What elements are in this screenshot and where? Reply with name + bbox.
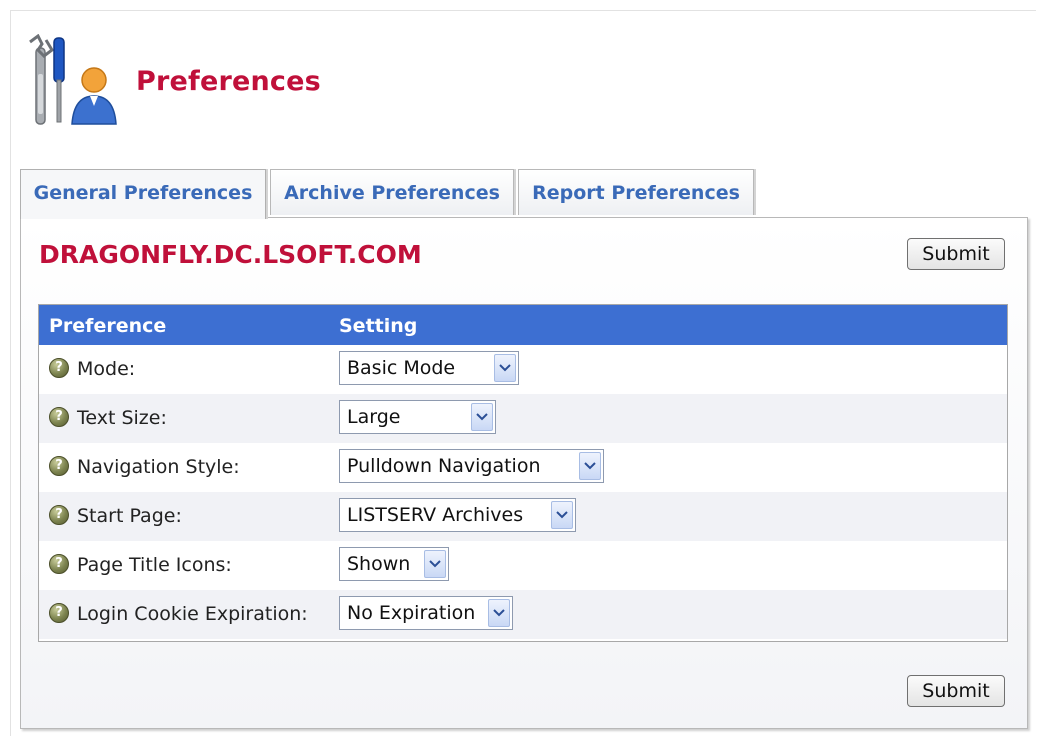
submit-button-bottom[interactable]: Submit bbox=[907, 675, 1005, 707]
select-value: No Expiration bbox=[347, 602, 476, 624]
tools-user-icon bbox=[24, 33, 120, 128]
chevron-down-icon[interactable] bbox=[471, 403, 493, 431]
chevron-down-icon[interactable] bbox=[488, 599, 510, 627]
table-row: ? Login Cookie Expiration: No Expiration bbox=[39, 590, 1007, 639]
chevron-down-icon[interactable] bbox=[424, 550, 446, 578]
help-icon[interactable]: ? bbox=[49, 456, 69, 476]
table-row: ? Mode: Basic Mode bbox=[39, 345, 1007, 394]
help-icon[interactable]: ? bbox=[49, 505, 69, 525]
page-title-icons-select[interactable]: Shown bbox=[339, 547, 449, 581]
table-row: ? Navigation Style: Pulldown Navigation bbox=[39, 443, 1007, 492]
chevron-down-icon[interactable] bbox=[494, 354, 516, 382]
chevron-down-icon[interactable] bbox=[551, 501, 573, 529]
mode-select[interactable]: Basic Mode bbox=[339, 351, 519, 385]
preference-label-mode: Mode: bbox=[77, 358, 136, 380]
select-value: Basic Mode bbox=[347, 357, 456, 379]
preference-label-page-title-icons: Page Title Icons: bbox=[77, 554, 232, 576]
select-value: LISTSERV Archives bbox=[347, 504, 524, 526]
preference-label-start-page: Start Page: bbox=[77, 505, 182, 527]
page-title: Preferences bbox=[136, 66, 321, 97]
table-row: ? Text Size: Large bbox=[39, 394, 1007, 443]
help-icon[interactable]: ? bbox=[49, 407, 69, 427]
select-value: Large bbox=[347, 406, 401, 428]
chevron-down-icon[interactable] bbox=[579, 452, 601, 480]
text-size-select[interactable]: Large bbox=[339, 400, 496, 434]
help-icon[interactable]: ? bbox=[49, 603, 69, 623]
navigation-style-select[interactable]: Pulldown Navigation bbox=[339, 449, 604, 483]
table-row: ? Page Title Icons: Shown bbox=[39, 541, 1007, 590]
tab-general-preferences[interactable]: General Preferences bbox=[20, 169, 266, 219]
preference-label-navigation-style: Navigation Style: bbox=[77, 456, 240, 478]
tab-archive-preferences[interactable]: Archive Preferences bbox=[270, 169, 514, 215]
column-header-preference: Preference bbox=[49, 315, 167, 337]
preference-label-login-cookie-expiration: Login Cookie Expiration: bbox=[77, 603, 308, 625]
table-row: ? Start Page: LISTSERV Archives bbox=[39, 492, 1007, 541]
select-value: Pulldown Navigation bbox=[347, 455, 541, 477]
submit-button-top[interactable]: Submit bbox=[907, 238, 1005, 270]
server-name: DRAGONFLY.DC.LSOFT.COM bbox=[39, 240, 422, 269]
table-header: Preference Setting bbox=[39, 305, 1007, 345]
help-icon[interactable]: ? bbox=[49, 358, 69, 378]
tab-report-preferences[interactable]: Report Preferences bbox=[518, 169, 754, 215]
preference-label-text-size: Text Size: bbox=[77, 407, 167, 429]
login-cookie-expiration-select[interactable]: No Expiration bbox=[339, 596, 513, 630]
help-icon[interactable]: ? bbox=[49, 554, 69, 574]
start-page-select[interactable]: LISTSERV Archives bbox=[339, 498, 576, 532]
preferences-panel: DRAGONFLY.DC.LSOFT.COM Submit Preference… bbox=[20, 217, 1028, 729]
preferences-table: Preference Setting ? Mode: Basic Mode ? … bbox=[38, 304, 1008, 642]
column-header-setting: Setting bbox=[339, 315, 418, 337]
select-value: Shown bbox=[347, 553, 411, 575]
